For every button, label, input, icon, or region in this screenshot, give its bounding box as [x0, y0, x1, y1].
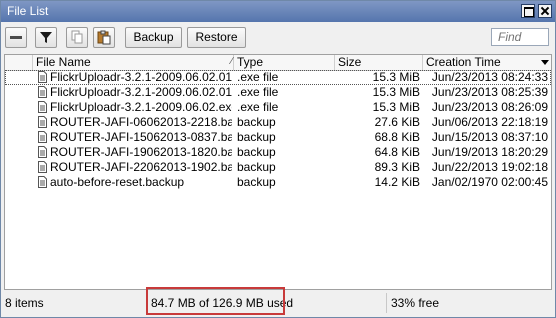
cell-type: backup	[237, 160, 276, 174]
cell-file-name: ROUTER-JAFI-06062013-2218.bac...	[50, 115, 232, 129]
backup-button[interactable]: Backup	[125, 27, 182, 48]
cell-creation-time: Jun/15/2013 08:37:10	[431, 130, 548, 144]
cell-file-name: FlickrUploadr-3.2.1-2009.06.02.01.e...	[50, 85, 232, 99]
copy-button[interactable]	[66, 27, 88, 48]
cell-type: backup	[237, 130, 276, 144]
cell-file-name: ROUTER-JAFI-15062013-0837.bac...	[50, 130, 232, 144]
cell-size: 14.2 KiB	[374, 175, 420, 189]
close-window-icon[interactable]	[538, 4, 552, 18]
cell-type: .exe file	[237, 85, 279, 99]
cell-size: 27.6 KiB	[374, 115, 420, 129]
find-input[interactable]	[491, 28, 549, 46]
paste-icon	[97, 30, 111, 45]
cell-size: 89.3 KiB	[374, 160, 420, 174]
restore-button[interactable]: Restore	[187, 27, 246, 48]
table-row[interactable]: FlickrUploadr-3.2.1-2009.06.02.01.e... .e…	[5, 85, 551, 100]
cell-type: backup	[237, 115, 276, 129]
focused-row-outline	[5, 70, 551, 85]
filter-button[interactable]	[35, 27, 57, 48]
file-icon	[38, 161, 47, 173]
usage-highlight-box	[146, 287, 285, 315]
cell-creation-time: Jun/19/2013 18:20:29	[431, 145, 548, 159]
cell-file-name: auto-before-reset.backup	[50, 175, 185, 189]
cell-type: backup	[237, 145, 276, 159]
remove-icon	[10, 36, 22, 39]
cell-creation-time: Jun/23/2013 08:25:39	[431, 85, 548, 99]
paste-button[interactable]	[93, 27, 115, 48]
title-bar: File List	[1, 1, 555, 22]
cell-creation-time: Jun/06/2013 22:18:19	[431, 115, 548, 129]
file-icon	[38, 101, 47, 113]
header-spacer	[5, 55, 33, 70]
file-icon	[38, 131, 47, 143]
file-icon	[38, 176, 47, 188]
remove-button[interactable]	[5, 27, 27, 48]
cell-size: 15.3 MiB	[372, 85, 420, 99]
file-list-window: File List Backup Restore File Name ∕ Typ…	[0, 0, 556, 318]
column-menu-icon[interactable]	[538, 55, 551, 70]
copy-icon	[71, 30, 83, 44]
header-size[interactable]: Size	[335, 55, 423, 70]
cell-file-name: ROUTER-JAFI-19062013-1820.bac...	[50, 145, 232, 159]
header-creation-time[interactable]: Creation Time	[423, 55, 538, 70]
file-icon	[38, 146, 47, 158]
table-row[interactable]: ROUTER-JAFI-19062013-1820.bac... backup 64…	[5, 145, 551, 160]
filter-icon	[40, 32, 52, 43]
cell-file-name: ROUTER-JAFI-22062013-1902.bac...	[50, 160, 232, 174]
cell-creation-time: Jan/02/1970 02:00:45	[431, 175, 548, 189]
header-file-name[interactable]: File Name	[33, 55, 234, 70]
file-icon	[38, 86, 47, 98]
cell-file-name: FlickrUploadr-3.2.1-2009.06.02.exe	[50, 100, 232, 114]
cell-size: 15.3 MiB	[372, 100, 420, 114]
table-row[interactable]: auto-before-reset.backup backup 14.2 KiB Ja…	[5, 175, 551, 190]
status-item-count: 8 items	[1, 293, 147, 313]
file-icon	[38, 116, 47, 128]
sort-arrow-icon: ∕	[231, 56, 233, 67]
toolbar: Backup Restore	[1, 23, 555, 53]
cell-type: .exe file	[237, 100, 279, 114]
status-free: 33% free	[391, 296, 440, 310]
header-type[interactable]: Type	[234, 55, 335, 70]
restore-window-icon[interactable]	[521, 4, 535, 18]
cell-size: 64.8 KiB	[374, 145, 420, 159]
table-row[interactable]: ROUTER-JAFI-15062013-0837.bac... backup 68…	[5, 130, 551, 145]
table-row[interactable]: ROUTER-JAFI-06062013-2218.bac... backup 27…	[5, 115, 551, 130]
table-row[interactable]: ROUTER-JAFI-22062013-1902.bac... backup 89…	[5, 160, 551, 175]
cell-size: 68.8 KiB	[374, 130, 420, 144]
cell-creation-time: Jun/23/2013 08:26:09	[431, 100, 548, 114]
cell-creation-time: Jun/22/2013 19:02:18	[431, 160, 548, 174]
table-row[interactable]: FlickrUploadr-3.2.1-2009.06.02.exe .exe f…	[5, 100, 551, 115]
window-title: File List	[7, 4, 49, 18]
file-table: File Name ∕ Type Size Creation Time Flic…	[4, 54, 552, 290]
table-header: File Name ∕ Type Size Creation Time	[5, 55, 551, 71]
cell-type: backup	[237, 175, 276, 189]
